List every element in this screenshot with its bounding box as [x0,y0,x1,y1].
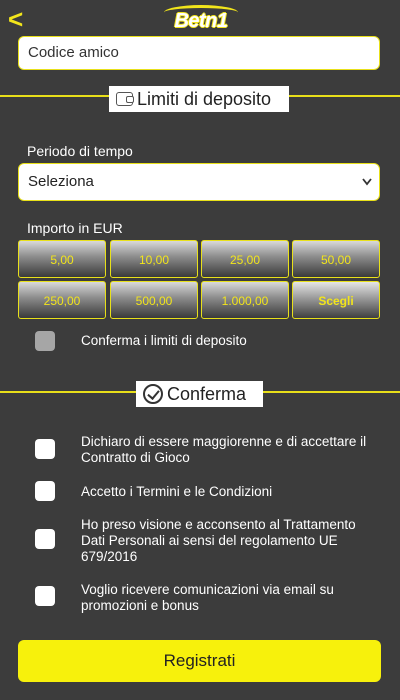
amount-button-1000[interactable]: 1.000,00 [201,281,289,319]
privacy-checkbox[interactable] [35,529,55,549]
periodo-select[interactable]: Seleziona [18,163,380,201]
codice-amico-input[interactable]: Codice amico [18,36,380,70]
confirm-limits-label: Conferma i limiti di deposito [81,333,247,348]
marketing-checkbox-label: Voglio ricevere comunicazioni via email … [81,582,334,613]
amount-button-25[interactable]: 25,00 [201,240,289,278]
register-button[interactable]: Registrati [18,640,381,682]
logo: Betn1 [158,5,244,33]
back-icon[interactable]: < [8,6,32,32]
confirm-section-title: Conferma [136,381,263,407]
importo-label: Importo in EUR [27,220,123,236]
amount-button-5[interactable]: 5,00 [18,240,106,278]
top-bar: < Betn1 [0,0,400,40]
amount-button-scegli[interactable]: Scegli [292,281,380,319]
periodo-label: Periodo di tempo [27,143,133,159]
terms-checkbox[interactable] [35,481,55,501]
age-checkbox[interactable] [35,439,55,459]
privacy-checkbox-label: Ho preso visione e acconsento al Trattam… [81,517,356,564]
check-circle-icon [143,384,163,404]
terms-checkbox-label: Accetto i Termini e le Condizioni [81,484,273,499]
deposit-limits-title-text: Limiti di deposito [137,89,272,109]
amount-button-500[interactable]: 500,00 [110,281,198,319]
amount-button-50[interactable]: 50,00 [292,240,380,278]
marketing-checkbox[interactable] [35,586,55,606]
chevron-down-icon [361,164,373,214]
age-checkbox-label: Dichiaro di essere maggiorenne e di acce… [81,434,367,465]
wallet-icon [116,92,134,106]
logo-text: Betn1 [174,10,228,32]
confirm-section-title-text: Conferma [167,384,247,404]
deposit-limits-title: Limiti di deposito [109,86,289,112]
periodo-select-value: Seleziona [28,173,94,190]
confirm-limits-checkbox[interactable] [35,331,55,351]
amount-button-10[interactable]: 10,00 [110,240,198,278]
amount-button-250[interactable]: 250,00 [18,281,106,319]
